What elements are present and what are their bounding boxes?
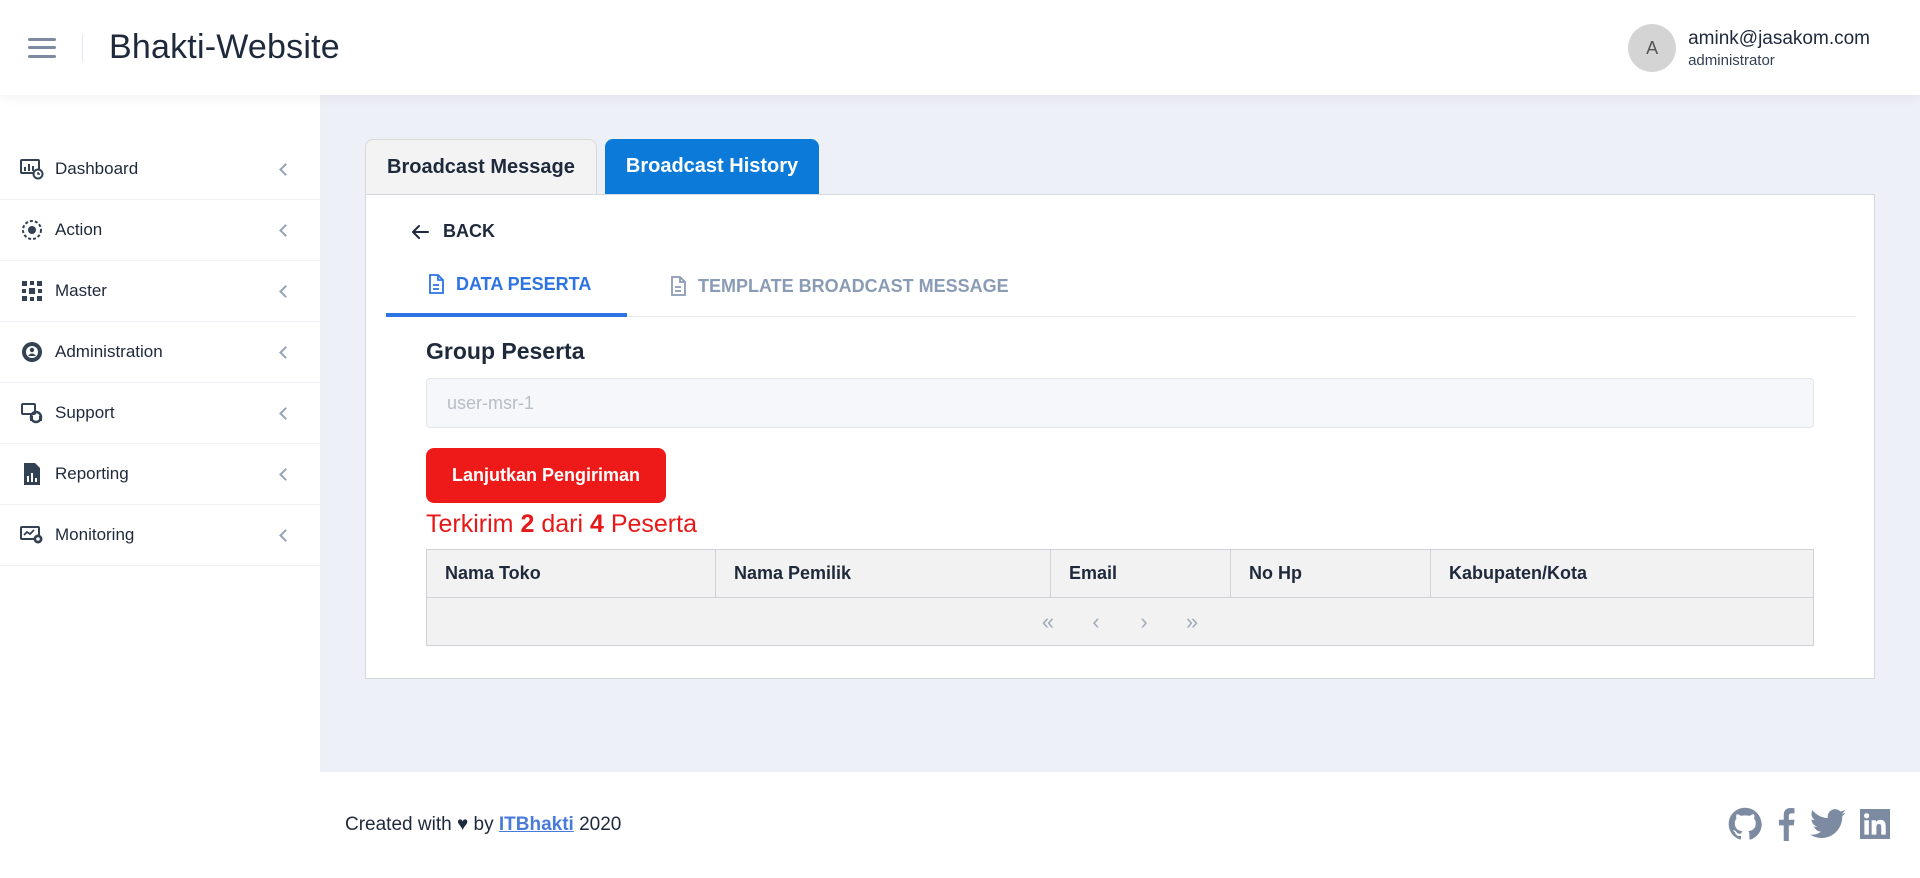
sidebar-item-monitoring[interactable]: Monitoring	[0, 505, 320, 566]
footer-prefix: Created with ♥ by	[345, 814, 494, 835]
linkedin-icon[interactable]	[1860, 809, 1890, 839]
user-email: amink@jasakom.com	[1688, 27, 1870, 49]
sidebar: Dashboard Action Master Administration S…	[0, 95, 320, 878]
subtab-template-broadcast-message[interactable]: TEMPLATE BROADCAST MESSAGE	[670, 255, 1009, 317]
sidebar-item-label: Administration	[55, 342, 163, 361]
reporting-icon	[20, 462, 44, 486]
tab-broadcast-message[interactable]: Broadcast Message	[365, 139, 597, 194]
back-label: BACK	[443, 221, 495, 241]
chevron-left-icon	[279, 528, 292, 542]
sidebar-item-label: Reporting	[55, 464, 129, 483]
sidebar-item-label: Monitoring	[55, 525, 135, 544]
next-page-icon[interactable]: ›	[1132, 609, 1156, 635]
column-header-no-hp[interactable]: No Hp	[1231, 550, 1431, 597]
arrow-left-icon	[412, 224, 429, 239]
user-role: administrator	[1688, 51, 1775, 69]
itbhakti-link[interactable]: ITBhakti	[499, 814, 574, 835]
first-page-icon[interactable]: «	[1036, 609, 1060, 635]
column-header-email[interactable]: Email	[1051, 550, 1231, 597]
column-header-nama-pemilik[interactable]: Nama Pemilik	[716, 550, 1051, 597]
sidebar-item-master[interactable]: Master	[0, 261, 320, 322]
sidebar-item-reporting[interactable]: Reporting	[0, 444, 320, 505]
last-page-icon[interactable]: »	[1180, 609, 1204, 635]
sidebar-item-label: Master	[55, 281, 107, 300]
subtab-bar: DATA PESERTA TEMPLATE BROADCAST MESSAGE	[386, 255, 1856, 317]
table-header: Nama Toko Nama Pemilik Email No Hp Kabup…	[427, 550, 1813, 598]
menu-toggle-icon[interactable]	[28, 37, 56, 58]
action-icon	[20, 218, 44, 242]
facebook-icon[interactable]	[1776, 807, 1796, 841]
chevron-left-icon	[279, 467, 292, 481]
tab-broadcast-history[interactable]: Broadcast History	[604, 139, 820, 194]
column-header-kabupaten-kota[interactable]: Kabupaten/Kota	[1431, 550, 1813, 597]
sidebar-item-label: Dashboard	[55, 159, 139, 178]
peserta-table: Nama Toko Nama Pemilik Email No Hp Kabup…	[426, 549, 1814, 646]
dashboard-icon	[20, 157, 44, 181]
status-prefix: Terkirim	[426, 510, 514, 538]
user-info: amink@jasakom.com administrator	[1688, 28, 1870, 69]
app-title: Bhakti-Website	[109, 28, 340, 66]
chevron-left-icon	[279, 162, 292, 176]
subtab-label: TEMPLATE BROADCAST MESSAGE	[698, 275, 1009, 296]
administration-icon	[20, 340, 44, 364]
sidebar-item-label: Support	[55, 403, 115, 422]
continue-sending-button[interactable]: Lanjutkan Pengiriman	[426, 448, 666, 503]
status-middle: dari	[541, 510, 583, 538]
status-suffix: Peserta	[610, 510, 697, 538]
subtab-label: DATA PESERTA	[456, 273, 592, 294]
monitoring-icon	[20, 523, 44, 547]
chevron-left-icon	[279, 406, 292, 420]
sidebar-item-dashboard[interactable]: Dashboard	[0, 139, 320, 200]
status-sent-count: 2	[520, 510, 535, 538]
tab-bar: Broadcast Message Broadcast History	[365, 139, 820, 194]
sidebar-item-action[interactable]: Action	[0, 200, 320, 261]
social-links	[1728, 807, 1890, 841]
table-pagination: « ‹ › »	[427, 598, 1813, 645]
footer: Created with ♥ by ITBhakti 2020	[320, 772, 1920, 878]
subtab-data-peserta[interactable]: DATA PESERTA	[386, 255, 627, 317]
chevron-left-icon	[279, 223, 292, 237]
header-divider	[82, 33, 83, 62]
sidebar-item-administration[interactable]: Administration	[0, 322, 320, 383]
document-icon	[429, 274, 444, 294]
twitter-icon[interactable]	[1810, 808, 1846, 840]
github-icon[interactable]	[1728, 807, 1762, 841]
chevron-left-icon	[279, 345, 292, 359]
group-peserta-label: Group Peserta	[426, 338, 585, 364]
group-peserta-field[interactable]	[426, 378, 1814, 428]
back-button[interactable]: BACK	[411, 221, 495, 242]
sidebar-item-label: Action	[55, 220, 103, 239]
support-icon	[20, 401, 44, 425]
footer-year: 2020	[579, 814, 622, 835]
status-total-count: 4	[589, 510, 604, 538]
send-status: Terkirim 2 dari 4 Peserta	[426, 510, 697, 539]
column-header-nama-toko[interactable]: Nama Toko	[427, 550, 716, 597]
document-icon	[671, 276, 686, 296]
top-header: Bhakti-Website A amink@jasakom.com admin…	[0, 0, 1920, 95]
sidebar-item-support[interactable]: Support	[0, 383, 320, 444]
avatar[interactable]: A	[1628, 24, 1677, 72]
chevron-left-icon	[279, 284, 292, 298]
broadcast-history-card: BACK DATA PESERTA TEMPLATE BROADCAST MES…	[365, 194, 1875, 679]
footer-credit: Created with ♥ by ITBhakti 2020	[345, 814, 621, 836]
user-menu[interactable]: A amink@jasakom.com administrator	[1628, 24, 1870, 72]
master-icon	[20, 279, 44, 303]
prev-page-icon[interactable]: ‹	[1084, 609, 1108, 635]
main-content: Broadcast Message Broadcast History BACK…	[320, 95, 1920, 772]
